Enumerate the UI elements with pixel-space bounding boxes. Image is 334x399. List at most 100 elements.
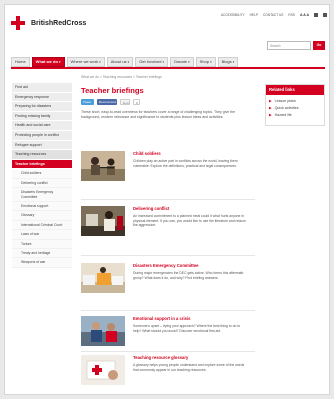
child-soldiers-photo[interactable] (81, 151, 125, 181)
sidebar-subitem[interactable]: Weapons of war (12, 258, 72, 268)
related-link-label: Hazard life (274, 113, 292, 117)
entry-description: Children play an active part in conflict… (133, 159, 238, 168)
briefing-entry-emotional-support[interactable]: Emotional support in a crisis Someone's … (81, 316, 255, 360)
tweet-button[interactable]: Tweet (81, 99, 94, 105)
briefing-entry-child-soldiers[interactable]: Child soldiers Children play an active p… (81, 151, 255, 195)
entry-title[interactable]: Emotional support in a crisis (133, 316, 190, 321)
nav-label: About us (110, 59, 127, 64)
entry-description: An increased commitment to a planned mea… (133, 214, 246, 228)
sidebar-item-finding-missing-family[interactable]: Finding missing family (12, 111, 72, 122)
divider (81, 199, 255, 200)
nav-get-involved[interactable]: Get involved ▾ (135, 57, 169, 67)
nav-home[interactable]: Home (11, 57, 30, 67)
related-links-box: Related links ▶ Lesson plans ▶ Quick activ… (265, 84, 325, 126)
nav-label: Where we work (70, 59, 99, 64)
main-nav: Home What we do ▾ Where we work ▾ About … (11, 57, 325, 67)
share-bar: Tweet Recommend G+1 0 (81, 99, 257, 105)
facebook-recommend-button[interactable]: Recommend (97, 99, 117, 105)
chevron-down-icon: ▾ (127, 60, 130, 64)
nav-shop[interactable]: Shop ▾ (195, 57, 216, 67)
chevron-down-icon: ▾ (162, 60, 165, 64)
related-link-quick-activities[interactable]: ▶ Quick activities (269, 106, 321, 110)
text-size-control[interactable]: A A A (300, 13, 309, 17)
sidebar-subitem[interactable]: Treaty and heritage (12, 249, 72, 259)
nav-label: Get involved (139, 59, 162, 64)
entry-title[interactable]: Child soldiers (133, 151, 161, 156)
nav-label: Blogs (221, 59, 232, 64)
nav-what-we-do[interactable]: What we do ▾ (31, 57, 65, 67)
sidebar-item-protecting-people[interactable]: Protecting people in conflict (12, 130, 72, 141)
search-input[interactable]: Search (267, 41, 311, 50)
sidebar-subitem[interactable]: Disasters Emergency Committee (12, 188, 72, 202)
utility-links: ACCESSIBILITY HELP CONTACT US RSS A A A (221, 13, 327, 17)
nav-divider (11, 67, 325, 69)
search-button[interactable]: Go (313, 41, 325, 50)
intro-text: These short, easy-to-read overviews for … (81, 110, 236, 119)
chevron-down-icon: ▾ (99, 60, 101, 64)
contact-us-link[interactable]: CONTACT US (263, 13, 283, 17)
chevron-down-icon: ▾ (59, 60, 61, 64)
sidebar-item-preparing-for-disasters[interactable]: Preparing for disasters (12, 102, 72, 112)
arrow-right-icon: ▶ (269, 99, 272, 103)
chevron-down-icon: ▾ (210, 60, 212, 64)
briefing-entry-dec[interactable]: Disasters Emergency Committee During maj… (81, 263, 255, 307)
related-links-title: Related links (266, 85, 324, 95)
entry-title[interactable]: Delivering conflict (133, 206, 169, 211)
logo-text: BritishRedCross (31, 19, 87, 27)
sidebar-item-refugee-support[interactable]: Refugee support (12, 140, 72, 151)
arrow-right-icon: ▶ (269, 113, 272, 117)
related-link-label: Quick activities (274, 106, 299, 110)
related-link-label: Lesson plans (274, 99, 296, 103)
related-links-list: ▶ Lesson plans ▶ Quick activities ▶ Hazard … (266, 95, 324, 125)
sidebar-item-teaching-resources[interactable]: Teaching resources (12, 150, 72, 160)
nav-label: Donate (174, 59, 187, 64)
briefing-entry-delivering-conflict[interactable]: Delivering conflict An increased commitm… (81, 206, 255, 250)
share-count: 0 (133, 99, 140, 105)
site-header: BritishRedCross ACCESSIBILITY HELP CONTA… (5, 5, 329, 55)
main-content: What we do > Teaching resources > Teache… (81, 75, 257, 119)
divider (81, 255, 255, 256)
divider (81, 310, 255, 311)
sidebar-item-teacher-briefings[interactable]: Teacher briefings (12, 159, 72, 170)
gplus-button[interactable]: G+1 (120, 99, 130, 105)
sidebar-subitem[interactable]: Torture (12, 239, 72, 249)
nav-label: Home (15, 59, 26, 64)
red-cross-logo-icon (11, 16, 25, 30)
page-title: Teacher briefings (81, 86, 144, 95)
sidebar-subitem[interactable]: Glossary (12, 211, 72, 221)
print-icon[interactable] (323, 13, 327, 17)
sidebar-subitem[interactable]: Laws of war (12, 230, 72, 240)
sidebar-subitem[interactable]: International Criminal Court (12, 220, 72, 231)
glossary-photo[interactable] (81, 355, 125, 385)
chevron-down-icon: ▾ (188, 60, 190, 64)
nav-blogs[interactable]: Blogs ▾ (217, 57, 239, 67)
sidebar-item-first-aid[interactable]: First aid (12, 83, 72, 93)
nav-about-us[interactable]: About us ▾ (106, 57, 134, 67)
nav-label: Shop (199, 59, 209, 64)
sidebar-subitem[interactable]: Child soldiers (12, 169, 72, 179)
sidebar-subitem[interactable]: Emotional support (12, 201, 72, 212)
sidebar-item-emergency-response[interactable]: Emergency response (12, 92, 72, 103)
dec-photo[interactable] (81, 263, 125, 293)
related-link-lesson-plans[interactable]: ▶ Lesson plans (269, 99, 321, 103)
sidebar-subitem[interactable]: Delivering conflict (12, 178, 72, 189)
help-link[interactable]: HELP (250, 13, 258, 17)
nav-where-we-work[interactable]: Where we work ▾ (66, 57, 105, 67)
briefing-entry-glossary[interactable]: Teaching resource glossary A glossary he… (81, 355, 255, 394)
page: BritishRedCross ACCESSIBILITY HELP CONTA… (4, 4, 330, 395)
section-sidebar: First aid Emergency response Preparing f… (12, 83, 72, 268)
site-logo[interactable]: BritishRedCross (11, 16, 86, 30)
accessibility-link[interactable]: ACCESSIBILITY (221, 13, 245, 17)
sidebar-item-health-and-social-care[interactable]: Health and social care (12, 121, 72, 131)
contrast-icon[interactable] (314, 13, 318, 17)
nav-label: What we do (35, 59, 58, 64)
breadcrumb[interactable]: What we do > Teaching resources > Teache… (81, 75, 257, 79)
rss-link[interactable]: RSS (288, 13, 295, 17)
related-link-hazard-life[interactable]: ▶ Hazard life (269, 113, 321, 117)
emotional-support-photo[interactable] (81, 316, 125, 346)
delivering-conflict-photo[interactable] (81, 206, 125, 236)
entry-title[interactable]: Disasters Emergency Committee (133, 263, 198, 268)
divider (81, 351, 255, 352)
entry-title[interactable]: Teaching resource glossary (133, 355, 188, 360)
nav-donate[interactable]: Donate ▾ (170, 57, 194, 67)
